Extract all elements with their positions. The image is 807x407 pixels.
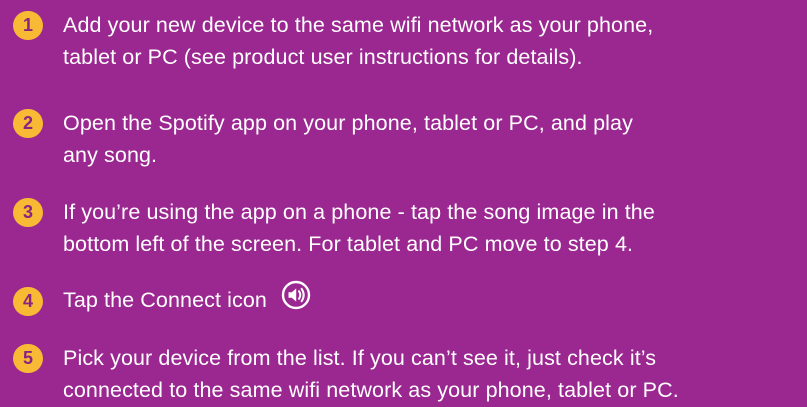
step-text-line: Tap the Connect icon xyxy=(63,288,267,313)
step-number-badge: 2 xyxy=(13,109,43,138)
instruction-steps: 1 Add your new device to the same wifi n… xyxy=(0,0,807,407)
step-number-badge: 4 xyxy=(13,287,43,316)
step-text-line: Pick your device from the list. If you c… xyxy=(63,346,657,370)
step-text-line: connected to the same wifi network as yo… xyxy=(63,378,679,402)
step-text-line: Open the Spotify app on your phone, tabl… xyxy=(63,111,633,135)
step-number-badge: 1 xyxy=(13,11,43,40)
step-text-line: tablet or PC (see product user instructi… xyxy=(63,45,583,69)
step-text-line: If you’re using the app on a phone - tap… xyxy=(63,200,655,224)
step-text: If you’re using the app on a phone - tap… xyxy=(63,196,803,260)
step-text: Tap the Connect icon xyxy=(63,280,803,319)
step-text-line: Add your new device to the same wifi net… xyxy=(63,13,654,37)
step-number-badge: 3 xyxy=(13,198,43,227)
step-text-line: bottom left of the screen. For tablet an… xyxy=(63,232,634,256)
connect-speaker-icon xyxy=(281,280,311,319)
step-text-line: any song. xyxy=(63,143,158,167)
step-text: Open the Spotify app on your phone, tabl… xyxy=(63,107,803,171)
step-text: Pick your device from the list. If you c… xyxy=(63,342,803,406)
step-number-badge: 5 xyxy=(13,344,43,373)
step-text: Add your new device to the same wifi net… xyxy=(63,9,803,73)
